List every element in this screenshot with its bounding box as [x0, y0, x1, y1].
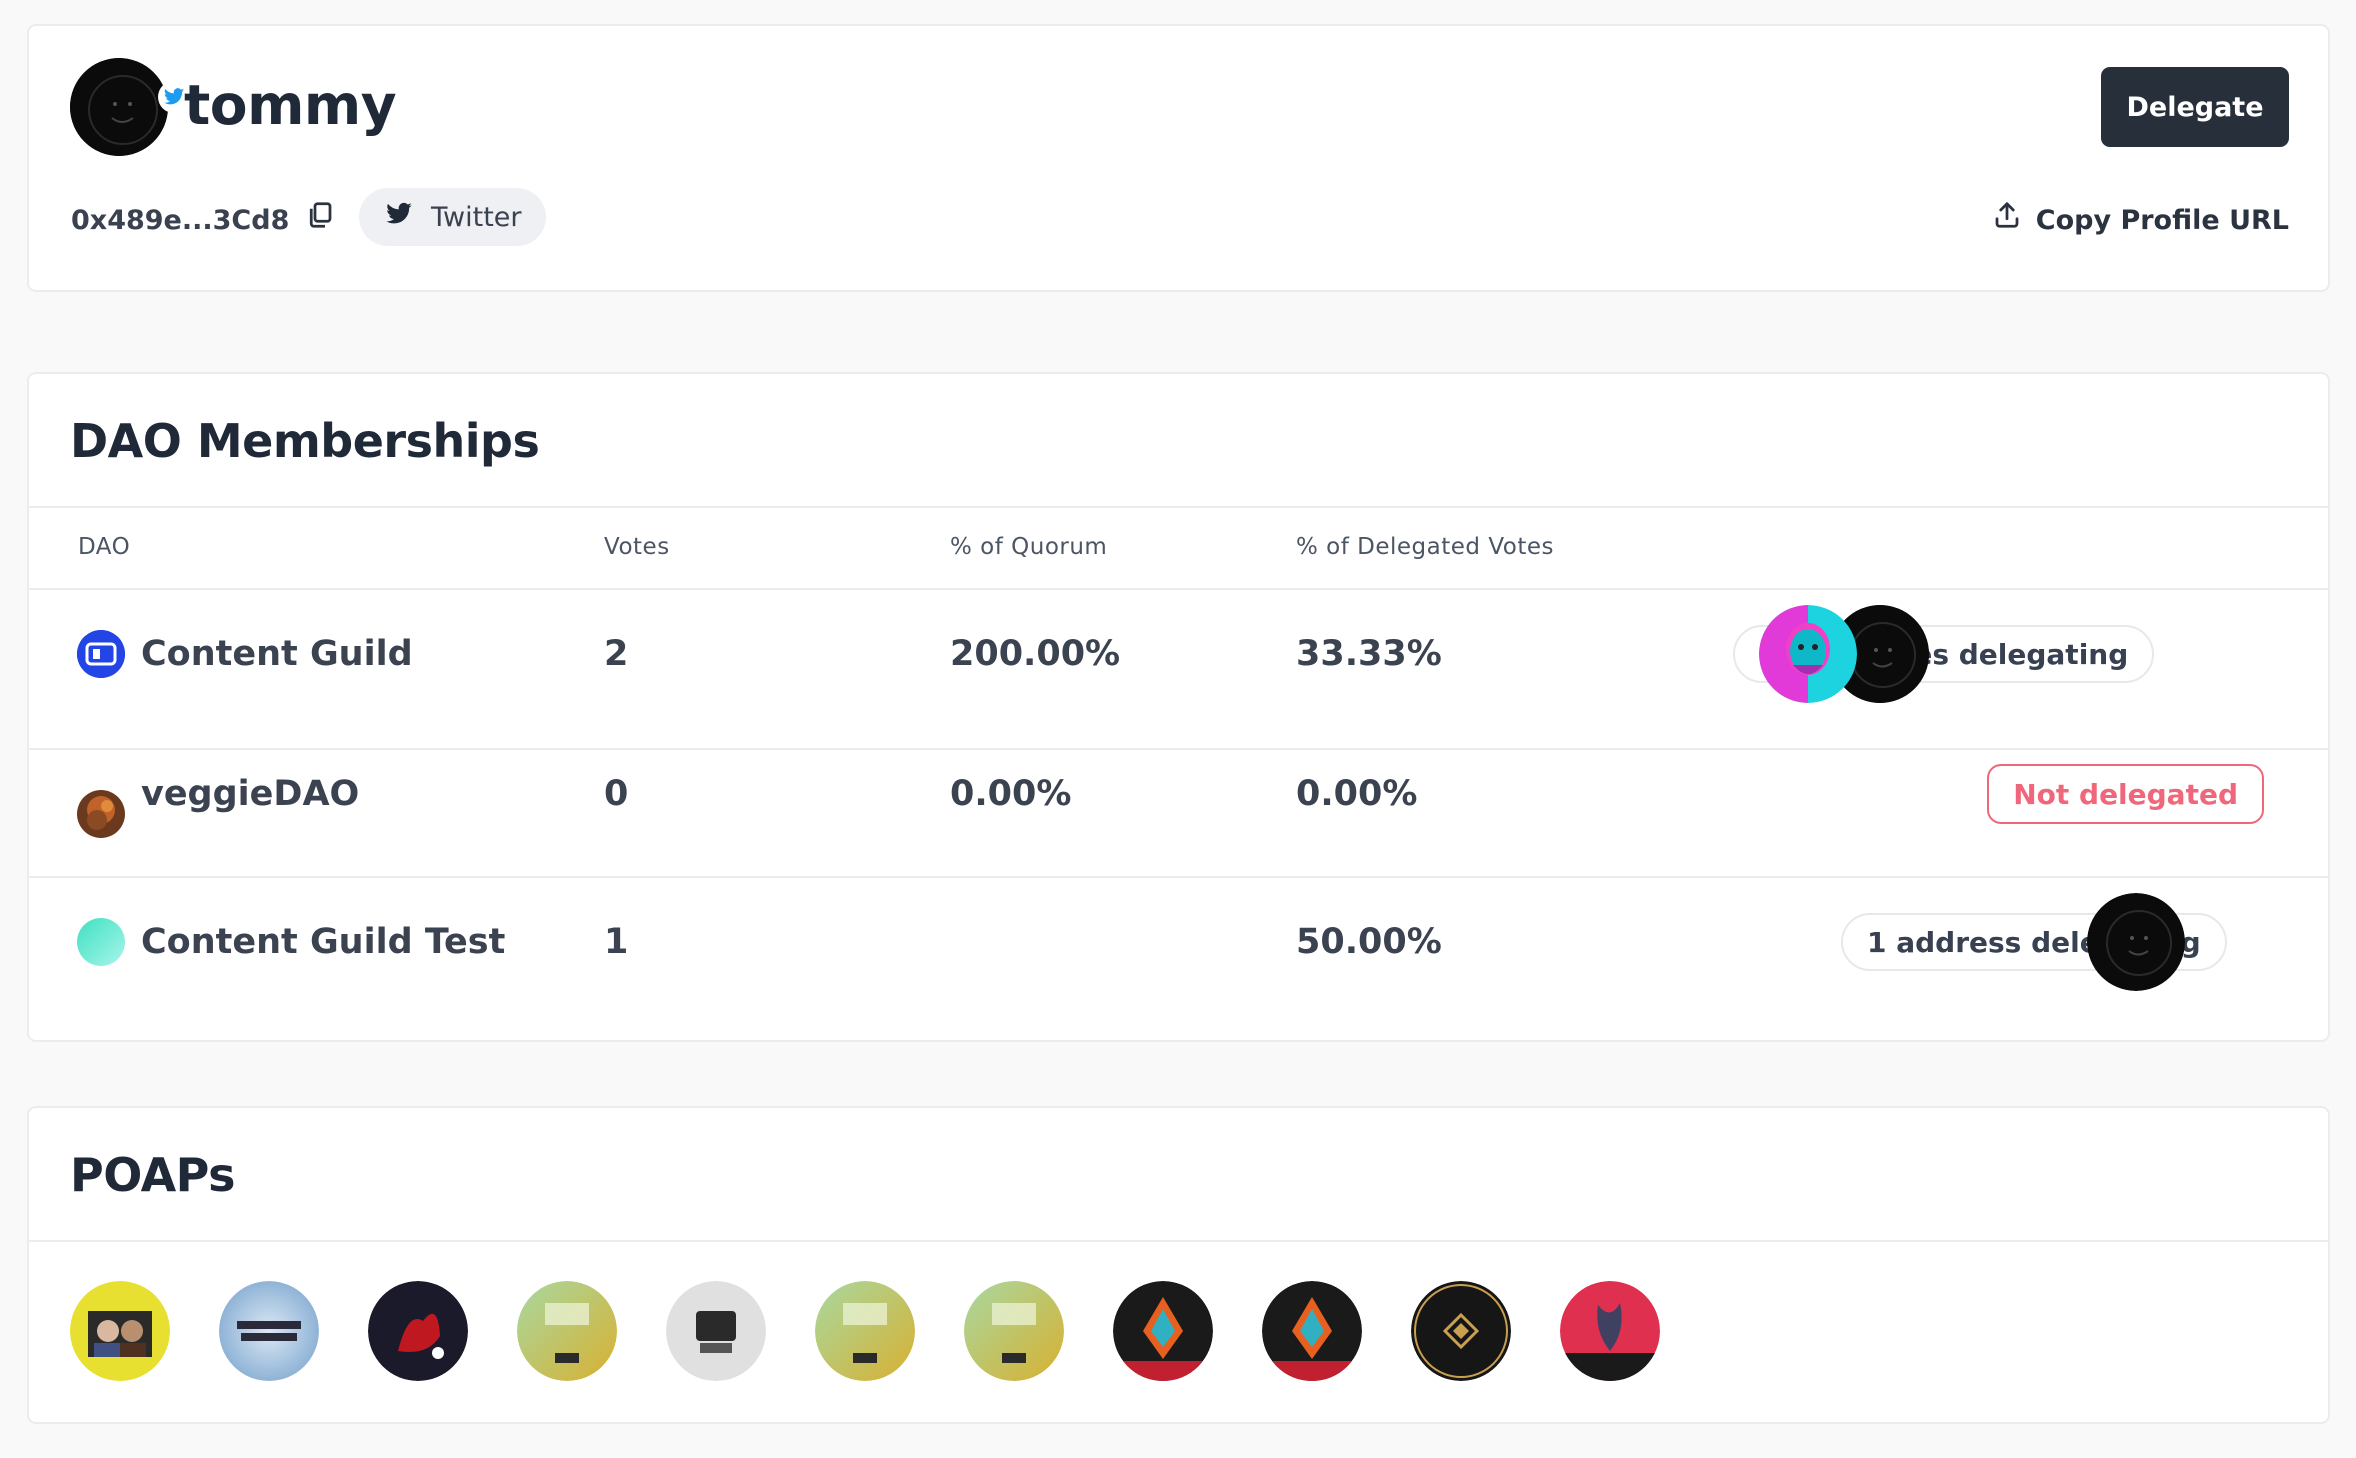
wallet-address-text: 0x489e...3Cd8: [71, 205, 290, 236]
votes-value: 2: [604, 634, 629, 674]
dao-name: veggieDAO: [141, 774, 360, 814]
dao-name: Content Guild: [141, 634, 413, 674]
twitter-icon: [163, 88, 185, 105]
delegated-votes-value: 33.33%: [1296, 634, 1442, 674]
quorum-value: 200.00%: [950, 634, 1121, 674]
delegated-votes-value: 0.00%: [1296, 774, 1418, 814]
poap-badge[interactable]: [368, 1281, 468, 1381]
column-header-votes: Votes: [604, 534, 670, 560]
poaps-card: POAPs: [27, 1106, 2330, 1424]
profile-card: tommy Delegate 0x489e...3Cd8 Twitter Cop…: [27, 24, 2330, 292]
votes-value: 0: [604, 774, 629, 814]
column-header-dao: DAO: [78, 534, 131, 560]
table-row[interactable]: Content Guild Test 1 50.00% 1 address de…: [29, 878, 2328, 1006]
twitter-icon: [383, 200, 415, 235]
poap-badge[interactable]: [815, 1281, 915, 1381]
poap-badge[interactable]: [1560, 1281, 1660, 1381]
poap-badge[interactable]: [70, 1281, 170, 1381]
twitter-link[interactable]: Twitter: [359, 188, 546, 246]
content-guild-logo: [77, 630, 125, 678]
table-row[interactable]: veggieDAO 0 0.00% 0.00% Not delegated: [29, 750, 2328, 878]
twitter-label: Twitter: [431, 201, 522, 233]
table-row[interactable]: Content Guild 2 200.00% 33.33% 2 address…: [29, 590, 2328, 718]
divider: [29, 1240, 2328, 1242]
poap-badge[interactable]: [517, 1281, 617, 1381]
poap-badge[interactable]: [219, 1281, 319, 1381]
veggiedao-logo: [77, 790, 125, 838]
wallet-address: 0x489e...3Cd8: [71, 200, 335, 242]
content-guild-test-logo: [77, 918, 125, 966]
copy-profile-url-button[interactable]: Copy Profile URL: [1992, 200, 2289, 242]
poap-badge[interactable]: [1411, 1281, 1511, 1381]
poap-badge[interactable]: [666, 1281, 766, 1381]
delegate-button[interactable]: Delegate: [2101, 67, 2289, 147]
delegator-avatar[interactable]: [1759, 605, 1857, 703]
copy-icon[interactable]: [305, 200, 335, 242]
column-header-quorum: % of Quorum: [950, 534, 1108, 560]
votes-value: 1: [604, 922, 629, 962]
poap-badge[interactable]: [1113, 1281, 1213, 1381]
poap-badge[interactable]: [964, 1281, 1064, 1381]
quorum-value: 0.00%: [950, 774, 1072, 814]
delegator-avatar[interactable]: [2087, 893, 2185, 991]
dao-memberships-title: DAO Memberships: [70, 414, 540, 468]
dao-memberships-card: DAO Memberships DAO Votes % of Quorum % …: [27, 372, 2330, 1042]
poap-badge[interactable]: [1262, 1281, 1362, 1381]
not-delegated-badge[interactable]: Not delegated: [1987, 764, 2264, 824]
divider: [29, 506, 2328, 508]
poaps-title: POAPs: [70, 1148, 235, 1202]
dao-name: Content Guild Test: [141, 922, 506, 962]
delegated-votes-value: 50.00%: [1296, 922, 1442, 962]
copy-profile-url-label: Copy Profile URL: [2035, 205, 2289, 236]
profile-avatar: [70, 58, 168, 156]
column-header-delegated-votes: % of Delegated Votes: [1296, 534, 1554, 560]
share-upload-icon: [1992, 200, 2022, 242]
profile-name: tommy: [184, 73, 397, 137]
